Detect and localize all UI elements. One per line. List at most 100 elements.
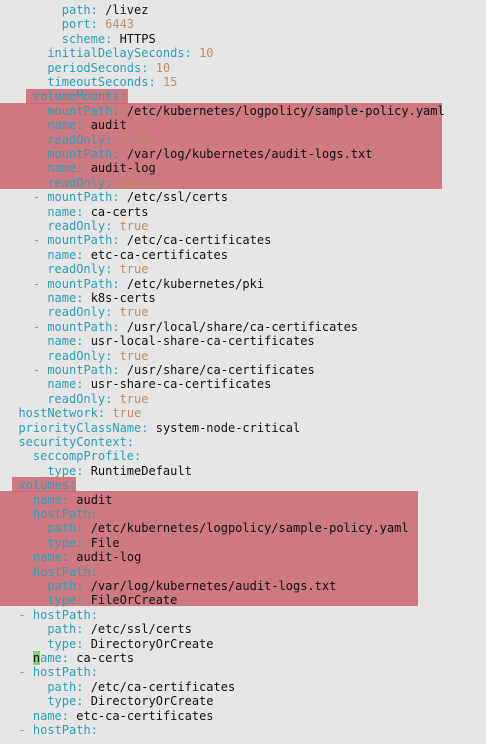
yaml-key: hostPath bbox=[32, 665, 91, 680]
yaml-key: name bbox=[47, 247, 77, 262]
code-line[interactable]: readOnly: false bbox=[47, 176, 155, 190]
yaml-value: true bbox=[119, 348, 149, 363]
yaml-colon: : bbox=[90, 17, 98, 32]
code-line[interactable]: path: /etc/ca-certificates bbox=[47, 680, 235, 694]
code-line[interactable]: name: audit-log bbox=[47, 161, 155, 175]
yaml-value: /etc/ca-certificates bbox=[126, 233, 272, 248]
yaml-colon: : bbox=[134, 449, 142, 464]
yaml-colon: : bbox=[61, 708, 70, 723]
yaml-colon: : bbox=[90, 607, 98, 622]
yaml-key: path bbox=[47, 579, 77, 593]
code-line[interactable]: name: audit bbox=[47, 118, 127, 132]
code-line[interactable]: name: usr-share-ca-certificates bbox=[47, 377, 271, 391]
code-line[interactable]: name: ca-certs bbox=[32, 651, 135, 665]
yaml-colon: : bbox=[112, 147, 120, 161]
yaml-colon: : bbox=[90, 564, 98, 579]
yaml-key: readOnly bbox=[47, 219, 106, 233]
list-dash: - bbox=[18, 723, 33, 737]
code-line[interactable]: priorityClassName: system-node-critical bbox=[18, 421, 300, 435]
code-line[interactable]: path: /var/log/kubernetes/audit-logs.txt bbox=[47, 579, 336, 593]
code-line[interactable]: - name: audit-log bbox=[18, 550, 141, 564]
code-line[interactable]: type: RuntimeDefault bbox=[47, 464, 192, 478]
code-line[interactable]: readOnly: true bbox=[47, 262, 148, 276]
yaml-key: seccompProfile bbox=[32, 449, 135, 464]
code-line[interactable]: path: /livez bbox=[62, 3, 149, 17]
code-line[interactable]: - hostPath: bbox=[18, 608, 97, 622]
code-line[interactable]: - hostPath: bbox=[18, 723, 97, 737]
yaml-key: name bbox=[47, 291, 77, 305]
code-line[interactable]: volumeMounts: bbox=[33, 89, 127, 103]
yaml-value: usr-local-share-ca-certificates bbox=[90, 334, 315, 349]
code-line[interactable]: - hostPath: bbox=[18, 665, 97, 679]
code-line[interactable]: - mountPath: /etc/ca-certificates bbox=[33, 233, 271, 247]
code-line[interactable]: path: /etc/kubernetes/logpolicy/sample-p… bbox=[47, 521, 408, 535]
code-line[interactable]: seccompProfile: bbox=[33, 449, 141, 463]
yaml-key: mountPath bbox=[47, 147, 113, 161]
code-line[interactable]: name: ca-certs bbox=[47, 205, 148, 219]
yaml-value: 10 bbox=[155, 60, 171, 75]
code-line[interactable]: name: etc-ca-certificates bbox=[33, 709, 214, 723]
code-line[interactable]: - mountPath: /var/log/kubernetes/audit-l… bbox=[33, 147, 373, 161]
code-line[interactable]: hostPath: bbox=[33, 507, 98, 521]
yaml-colon: : bbox=[112, 319, 120, 334]
code-line[interactable]: - mountPath: /usr/share/ca-certificates bbox=[33, 363, 315, 377]
list-dash: - bbox=[18, 665, 33, 680]
code-line[interactable]: path: /etc/ssl/certs bbox=[47, 622, 192, 636]
yaml-key: mountPath bbox=[47, 233, 113, 248]
yaml-colon: : bbox=[112, 276, 120, 291]
code-line[interactable]: scheme: HTTPS bbox=[62, 32, 156, 46]
yaml-key: initialDelaySeconds bbox=[47, 46, 185, 61]
code-line[interactable]: type: File bbox=[47, 536, 119, 550]
yaml-colon: : bbox=[61, 492, 70, 507]
list-dash: - bbox=[18, 607, 33, 622]
yaml-colon: : bbox=[141, 420, 149, 435]
code-line[interactable]: readOnly: true bbox=[47, 219, 148, 233]
yaml-value: DirectoryOrCreate bbox=[90, 694, 214, 709]
code-line[interactable]: readOnly: true bbox=[47, 133, 148, 147]
code-line[interactable]: - mountPath: /etc/kubernetes/logpolicy/s… bbox=[33, 104, 445, 118]
yaml-value: ca-certs bbox=[76, 651, 135, 665]
code-line[interactable]: readOnly: true bbox=[47, 305, 148, 319]
yaml-value: /usr/share/ca-certificates bbox=[126, 363, 315, 377]
yaml-value: etc-ca-certificates bbox=[76, 708, 214, 723]
yaml-key: name bbox=[47, 334, 77, 349]
yaml-value: /etc/ssl/certs bbox=[126, 190, 228, 205]
list-dash: - bbox=[32, 147, 48, 161]
code-line[interactable]: type: DirectoryOrCreate bbox=[47, 637, 213, 651]
code-line[interactable]: name: usr-local-share-ca-certificates bbox=[47, 334, 314, 348]
code-line[interactable]: - mountPath: /etc/kubernetes/pki bbox=[33, 277, 264, 291]
code-line[interactable]: hostPath: bbox=[33, 565, 98, 579]
code-line[interactable]: type: DirectoryOrCreate bbox=[47, 694, 213, 708]
code-line[interactable]: volumes: bbox=[18, 478, 76, 492]
yaml-key: mountPath bbox=[47, 319, 113, 334]
code-line[interactable]: - mountPath: /usr/local/share/ca-certifi… bbox=[33, 320, 358, 334]
code-line[interactable]: timeoutSeconds: 15 bbox=[47, 75, 177, 89]
code-line[interactable]: periodSeconds: 10 bbox=[47, 61, 170, 75]
yaml-key: readOnly bbox=[47, 175, 106, 190]
yaml-colon: : bbox=[112, 190, 120, 205]
yaml-key: hostPath bbox=[32, 507, 91, 521]
code-line[interactable]: - mountPath: /etc/ssl/certs bbox=[33, 190, 228, 204]
code-line[interactable]: initialDelaySeconds: 10 bbox=[47, 46, 213, 60]
yaml-key: port bbox=[61, 17, 91, 32]
yaml-value: /var/log/kubernetes/audit-logs.txt bbox=[90, 579, 337, 593]
code-line[interactable]: port: 6443 bbox=[62, 17, 134, 31]
yaml-colon: : bbox=[61, 550, 70, 565]
code-line[interactable]: securityContext: bbox=[18, 435, 134, 449]
code-line[interactable]: name: k8s-certs bbox=[47, 291, 155, 305]
yaml-value: /livez bbox=[105, 3, 149, 17]
yaml-value: ca-certs bbox=[90, 204, 149, 219]
yaml-editor[interactable]: path: /livez port: 6443 scheme: HTTPS initi… bbox=[0, 0, 486, 744]
yaml-value: true bbox=[119, 262, 149, 277]
code-line[interactable]: - name: audit bbox=[18, 493, 112, 507]
yaml-key: mountPath bbox=[47, 276, 113, 291]
code-line[interactable]: hostNetwork: true bbox=[18, 406, 141, 420]
yaml-key: path bbox=[47, 521, 77, 536]
yaml-key: periodSeconds bbox=[47, 60, 142, 75]
code-line[interactable]: type: FileOrCreate bbox=[47, 593, 177, 607]
yaml-value: File bbox=[90, 535, 120, 550]
code-line[interactable]: name: etc-ca-certificates bbox=[47, 248, 228, 262]
code-line[interactable]: readOnly: true bbox=[47, 349, 148, 363]
code-line[interactable]: readOnly: true bbox=[47, 392, 148, 406]
yaml-value: audit bbox=[76, 492, 113, 507]
